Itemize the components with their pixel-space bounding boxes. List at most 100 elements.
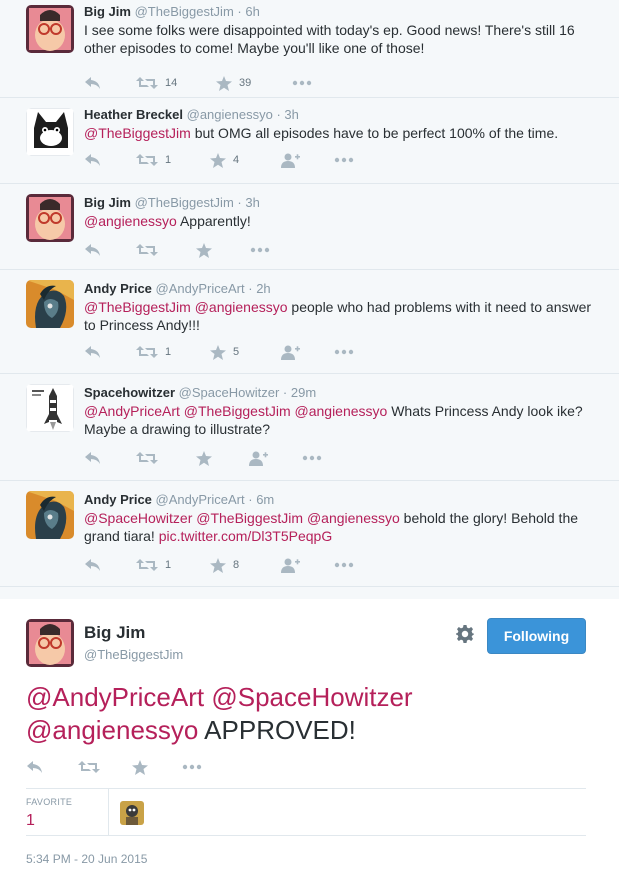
favorite-button[interactable]: 5: [210, 344, 239, 360]
more-icon[interactable]: [250, 242, 270, 258]
mention-link[interactable]: @TheBiggestJim: [84, 125, 191, 141]
more-icon[interactable]: [302, 450, 322, 466]
mention-link[interactable]: @AndyPriceArt @TheBiggestJim @angienessy…: [84, 403, 387, 419]
reply-icon[interactable]: [84, 242, 102, 258]
reply-tweet[interactable]: Big Jim @TheBiggestJim · 6h I see some f…: [0, 0, 619, 98]
author-handle[interactable]: @AndyPriceArt: [156, 281, 245, 296]
retweet-icon: [136, 558, 158, 572]
star-icon[interactable]: [132, 759, 148, 775]
retweet-button[interactable]: 1: [136, 152, 171, 168]
mention-link[interactable]: @angienessyo: [26, 715, 198, 745]
favorite-button[interactable]: 8: [210, 557, 239, 573]
favorite-count[interactable]: 1: [26, 812, 35, 830]
tweet-text: Apparently!: [176, 213, 251, 229]
tweet-time[interactable]: 2h: [256, 281, 270, 296]
more-icon[interactable]: [182, 759, 202, 775]
reply-tweet[interactable]: Andy Price @AndyPriceArt · 6m @SpaceHowi…: [0, 481, 619, 587]
retweet-count: 14: [165, 77, 178, 89]
mention-link[interactable]: @AndyPriceArt @SpaceHowitzer: [26, 682, 413, 712]
favorite-label: FAVORITE: [26, 797, 73, 807]
tweet-stats: FAVORITE 1: [26, 788, 586, 836]
retweet-icon[interactable]: [78, 759, 100, 775]
author-name[interactable]: Big Jim: [84, 195, 131, 210]
author-name[interactable]: Heather Breckel: [84, 107, 183, 122]
follow-user-icon[interactable]: [280, 344, 300, 360]
bigjim-avatar[interactable]: [26, 5, 74, 53]
more-icon[interactable]: [334, 344, 354, 360]
mention-link[interactable]: @angienessyo: [84, 213, 177, 229]
retweet-count: 1: [165, 154, 172, 166]
favorite-button[interactable]: 4: [210, 152, 239, 168]
reply-icon[interactable]: [26, 759, 44, 775]
tweet-actions: 1 5: [84, 344, 619, 360]
star-icon[interactable]: [196, 242, 212, 258]
author-name[interactable]: Andy Price: [84, 281, 152, 296]
bigjim-avatar[interactable]: [26, 194, 74, 242]
follow-user-icon[interactable]: [280, 152, 300, 168]
pony-avatar[interactable]: [26, 491, 74, 539]
tweet-time[interactable]: 3h: [284, 107, 298, 122]
favorite-count: 5: [233, 346, 240, 358]
tweet-time[interactable]: 6m: [256, 492, 274, 507]
author-name[interactable]: Big Jim: [84, 4, 131, 19]
favoriter-avatar[interactable]: [120, 801, 144, 825]
reply-icon[interactable]: [84, 450, 102, 466]
star-icon: [210, 152, 226, 168]
author-handle[interactable]: @AndyPriceArt: [156, 492, 245, 507]
tweet-actions: [84, 242, 619, 258]
tweet-actions: 1 8: [84, 557, 619, 573]
reply-icon[interactable]: [84, 557, 102, 573]
retweet-button[interactable]: 1: [136, 557, 171, 573]
tweet-time[interactable]: 29m: [291, 385, 316, 400]
main-tweet: Big Jim @TheBiggestJim Following @AndyPr…: [0, 599, 619, 870]
tweet-timestamp[interactable]: 5:34 PM - 20 Jun 2015: [26, 852, 147, 866]
retweet-icon: [136, 345, 158, 359]
follow-user-icon[interactable]: [248, 450, 268, 466]
reply-tweet[interactable]: Spacehowitzer @SpaceHowitzer · 29m @Andy…: [0, 374, 619, 481]
reply-icon[interactable]: [84, 344, 102, 360]
favorite-count: 8: [233, 559, 240, 571]
reply-icon[interactable]: [84, 152, 102, 168]
retweet-icon[interactable]: [136, 450, 158, 466]
tweet-time[interactable]: 6h: [245, 4, 259, 19]
reply-tweet[interactable]: Andy Price @AndyPriceArt · 2h @TheBigges…: [0, 270, 619, 374]
retweet-icon[interactable]: [136, 242, 158, 258]
reply-icon[interactable]: [84, 75, 102, 91]
tweet-time[interactable]: 3h: [245, 195, 259, 210]
cat-avatar[interactable]: [26, 108, 74, 156]
star-icon: [216, 75, 232, 91]
retweet-button[interactable]: 14: [136, 75, 177, 91]
author-handle[interactable]: @angienessyo: [187, 107, 273, 122]
retweet-icon: [136, 153, 158, 167]
more-icon[interactable]: [334, 152, 354, 168]
follow-user-icon[interactable]: [280, 557, 300, 573]
author-handle[interactable]: @SpaceHowitzer: [179, 385, 280, 400]
retweet-count: 1: [165, 559, 172, 571]
tweet-actions: 14 39: [84, 75, 619, 91]
retweet-icon: [136, 76, 158, 90]
author-handle[interactable]: @TheBiggestJim: [84, 647, 183, 662]
author-handle[interactable]: @TheBiggestJim: [135, 4, 234, 19]
tweet-actions: [84, 450, 619, 466]
retweet-count: 1: [165, 346, 172, 358]
more-icon[interactable]: [292, 75, 312, 91]
mention-link[interactable]: @SpaceHowitzer @TheBiggestJim @angieness…: [84, 510, 400, 526]
mention-link[interactable]: @TheBiggestJim @angienessyo: [84, 299, 288, 315]
rocket-avatar[interactable]: [26, 384, 74, 432]
author-name[interactable]: Spacehowitzer: [84, 385, 175, 400]
bigjim-avatar[interactable]: [26, 619, 74, 667]
author-handle[interactable]: @TheBiggestJim: [135, 195, 234, 210]
following-button[interactable]: Following: [487, 618, 586, 654]
tweet-actions: [26, 759, 326, 775]
retweet-button[interactable]: 1: [136, 344, 171, 360]
author-name[interactable]: Big Jim: [84, 623, 145, 643]
media-link[interactable]: pic.twitter.com/Dl3T5PeqpG: [159, 528, 333, 544]
star-icon[interactable]: [196, 450, 212, 466]
reply-tweet[interactable]: Heather Breckel @angienessyo · 3h @TheBi…: [0, 98, 619, 184]
reply-tweet[interactable]: Big Jim @TheBiggestJim · 3h @angienessyo…: [0, 184, 619, 270]
author-name[interactable]: Andy Price: [84, 492, 152, 507]
favorite-button[interactable]: 39: [216, 75, 251, 91]
more-icon[interactable]: [334, 557, 354, 573]
gear-icon[interactable]: [456, 625, 474, 648]
pony-avatar[interactable]: [26, 280, 74, 328]
